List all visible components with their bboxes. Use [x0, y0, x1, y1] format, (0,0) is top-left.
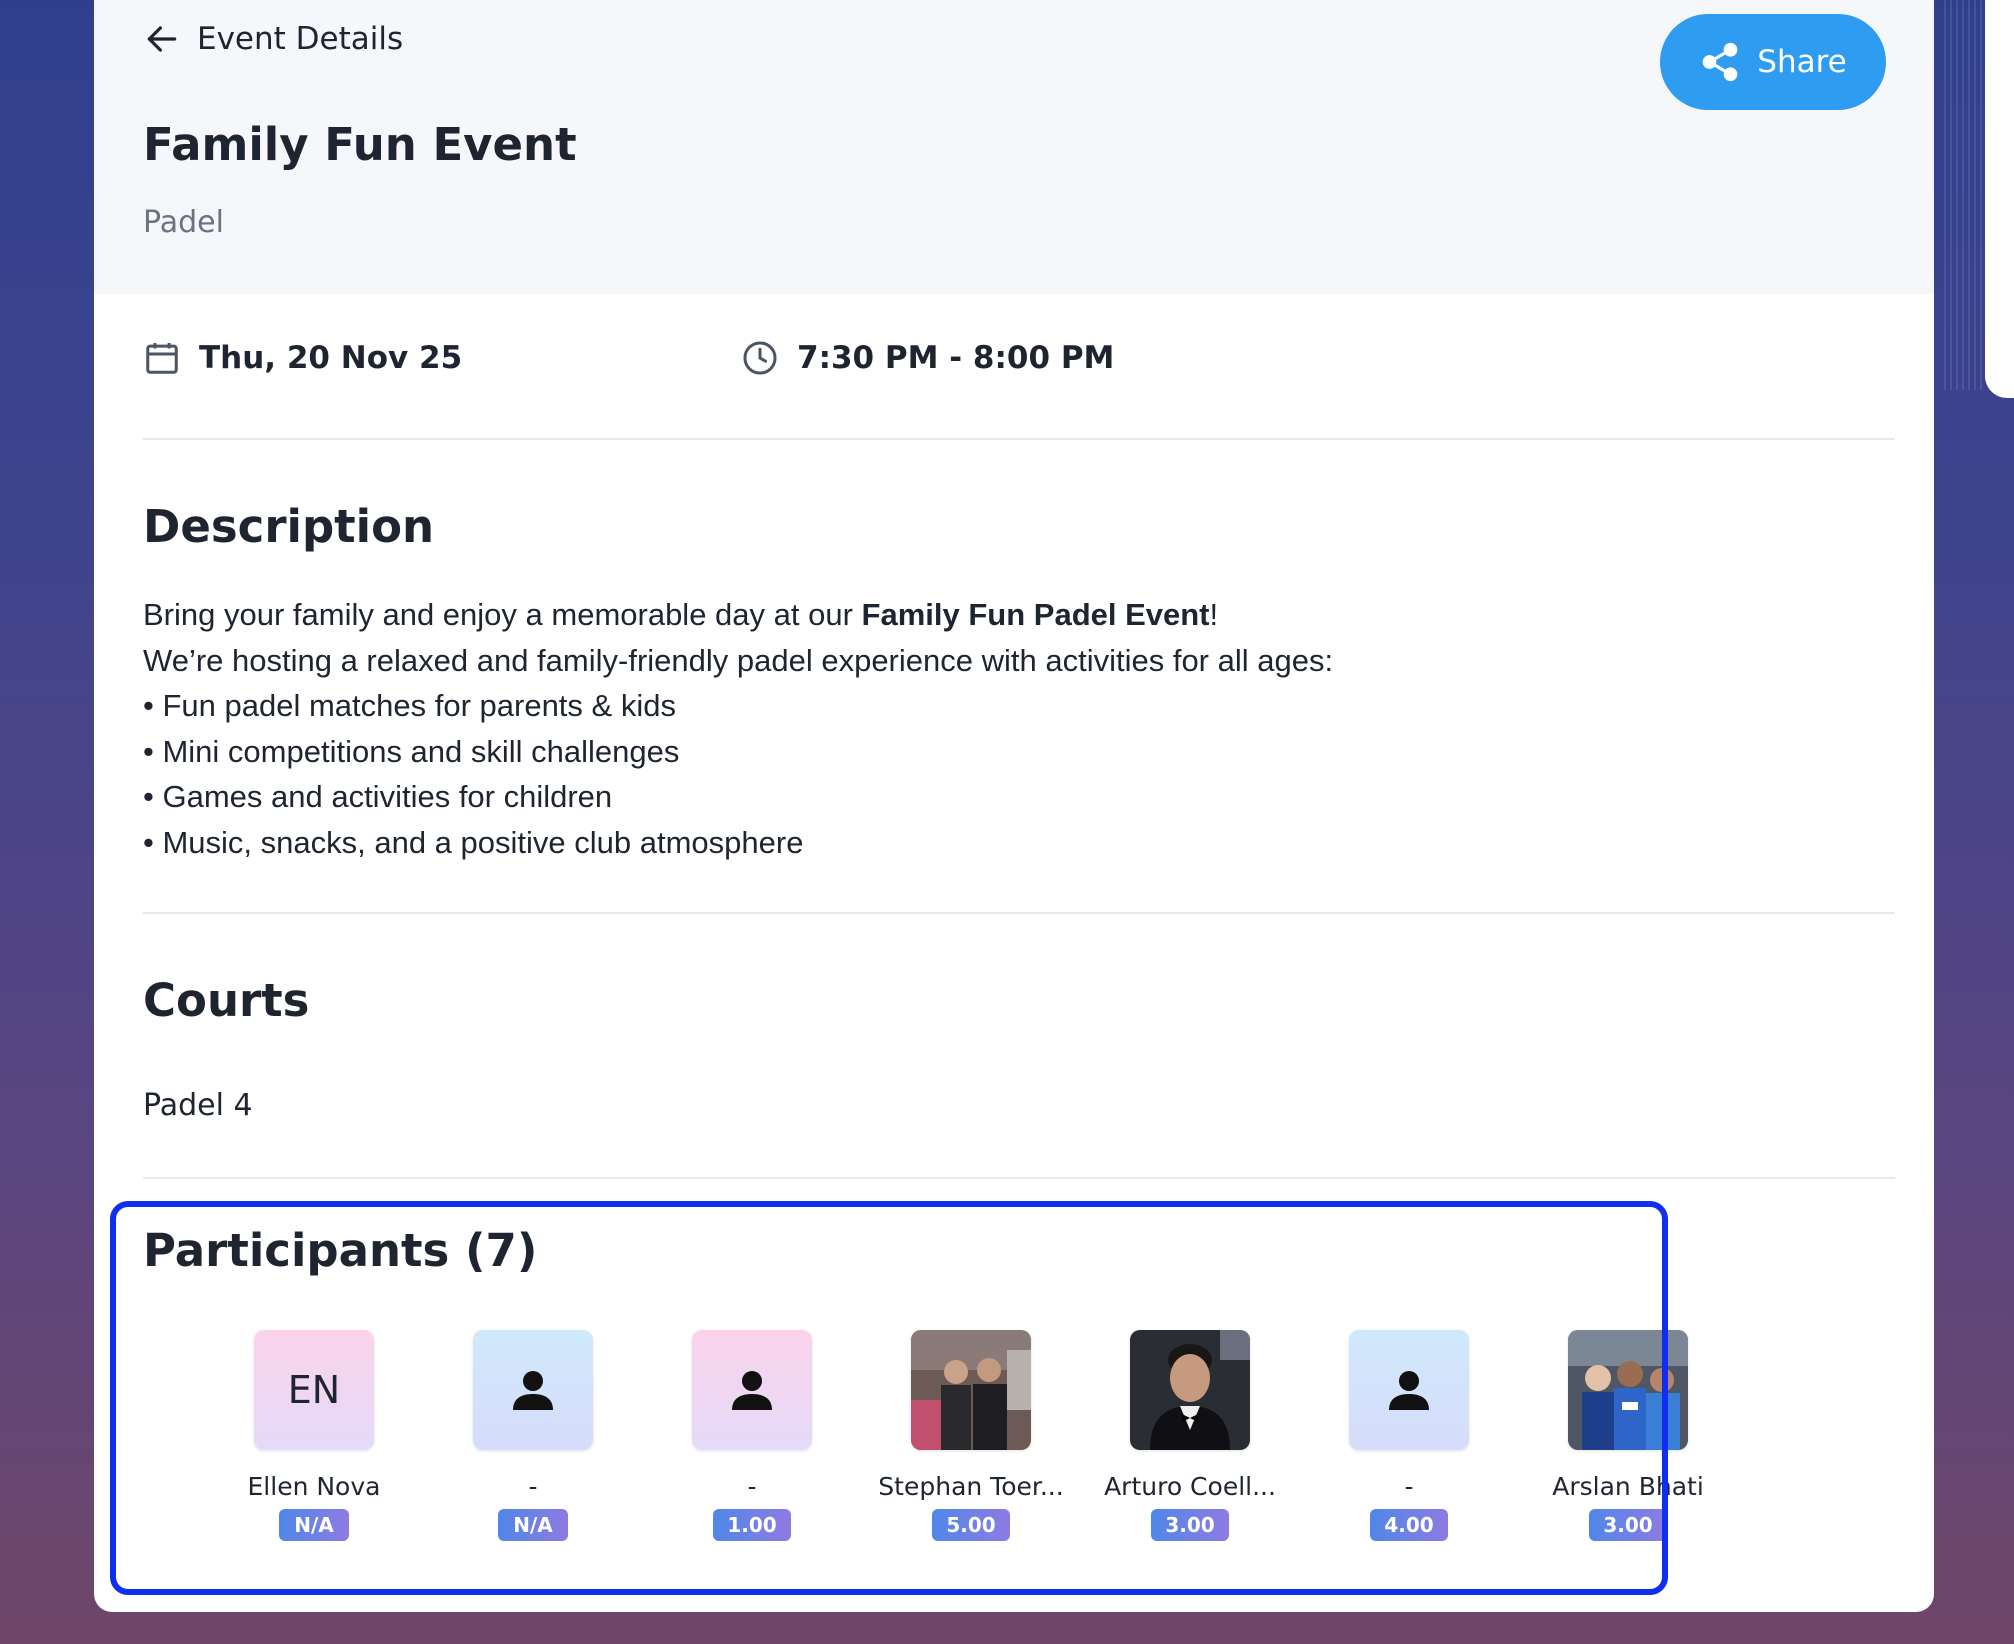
person-icon [513, 1371, 553, 1410]
profile-photo [1568, 1330, 1688, 1450]
profile-photo [911, 1330, 1031, 1450]
back-button[interactable]: Event Details [143, 18, 403, 60]
description-line: We’re hosting a relaxed and family-frien… [143, 642, 1334, 678]
level-badge: 1.00 [713, 1509, 791, 1541]
person-icon [1389, 1371, 1429, 1410]
profile-photo [1130, 1330, 1250, 1450]
participant-name: - [1404, 1472, 1414, 1501]
participants-list: EN Ellen Nova N/A - N/A - 1.00 Stephan T… [239, 1330, 1739, 1560]
participant-name: Arslan Bhati [1552, 1472, 1704, 1501]
participant-card[interactable]: Arturo Coell... 3.00 [1090, 1330, 1290, 1541]
share-label: Share [1757, 44, 1847, 80]
divider [143, 912, 1895, 914]
description-bullet: • Music, snacks, and a positive club atm… [143, 824, 804, 860]
person-icon [732, 1371, 772, 1410]
participant-name: - [747, 1472, 757, 1501]
calendar-icon [146, 342, 178, 374]
description-bullet: • Games and activities for children [143, 779, 613, 814]
level-badge: 4.00 [1370, 1509, 1448, 1541]
divider [143, 438, 1895, 440]
avatar [473, 1330, 593, 1450]
background-decoration [1944, 0, 1986, 390]
event-date-text: Thu, 20 Nov 25 [199, 340, 463, 376]
court-item: Padel 4 [143, 1088, 253, 1123]
back-label: Event Details [197, 21, 404, 57]
participant-card[interactable]: - 1.00 [652, 1330, 852, 1541]
participant-card[interactable]: - 4.00 [1309, 1330, 1509, 1541]
adjacent-panel-edge [1985, 0, 2014, 398]
participant-card[interactable]: - N/A [433, 1330, 633, 1541]
description-heading: Description [143, 500, 435, 553]
event-title: Family Fun Event [143, 118, 577, 171]
arrow-left-icon [147, 26, 177, 52]
participant-name: Stephan Toer... [878, 1472, 1064, 1501]
level-badge: 3.00 [1151, 1509, 1229, 1541]
event-header: Event Details Share Family Fun Event Pad… [94, 0, 1934, 294]
description-bullet: • Fun padel matches for parents & kids [143, 688, 676, 723]
participant-card[interactable]: EN Ellen Nova N/A [214, 1330, 414, 1541]
event-sport: Padel [143, 205, 224, 240]
avatar-initials: EN [287, 1368, 341, 1412]
avatar-photo [1568, 1330, 1688, 1450]
event-time: 7:30 PM - 8:00 PM [741, 336, 1114, 380]
share-icon [1702, 42, 1738, 82]
divider [143, 1177, 1895, 1179]
level-badge: N/A [498, 1509, 568, 1541]
level-badge: N/A [279, 1509, 349, 1541]
event-details-card: Event Details Share Family Fun Event Pad… [94, 0, 1934, 1612]
event-time-text: 7:30 PM - 8:00 PM [797, 340, 1115, 376]
courts-heading: Courts [143, 974, 310, 1027]
participant-card[interactable]: Stephan Toer... 5.00 [871, 1330, 1071, 1541]
description-line: Bring your family and enjoy a memorable … [143, 597, 1219, 632]
participants-heading: Participants (7) [143, 1224, 538, 1277]
avatar [1349, 1330, 1469, 1450]
avatar-photo [911, 1330, 1031, 1450]
participant-card[interactable]: Arslan Bhati 3.00 [1528, 1330, 1728, 1541]
participant-name: Arturo Coell... [1104, 1472, 1276, 1501]
event-date: Thu, 20 Nov 25 [143, 336, 462, 380]
avatar-photo [1130, 1330, 1250, 1450]
description-text: Bring your family and enjoy a memorable … [143, 592, 1843, 865]
level-badge: 3.00 [1589, 1509, 1667, 1541]
description-bullet: • Mini competitions and skill challenges [143, 733, 680, 769]
clock-icon [743, 341, 777, 375]
participant-name: Ellen Nova [247, 1472, 381, 1501]
avatar [692, 1330, 812, 1450]
avatar: EN [254, 1330, 374, 1450]
level-badge: 5.00 [932, 1509, 1010, 1541]
participant-name: - [528, 1472, 538, 1501]
share-button[interactable]: Share [1660, 14, 1886, 110]
